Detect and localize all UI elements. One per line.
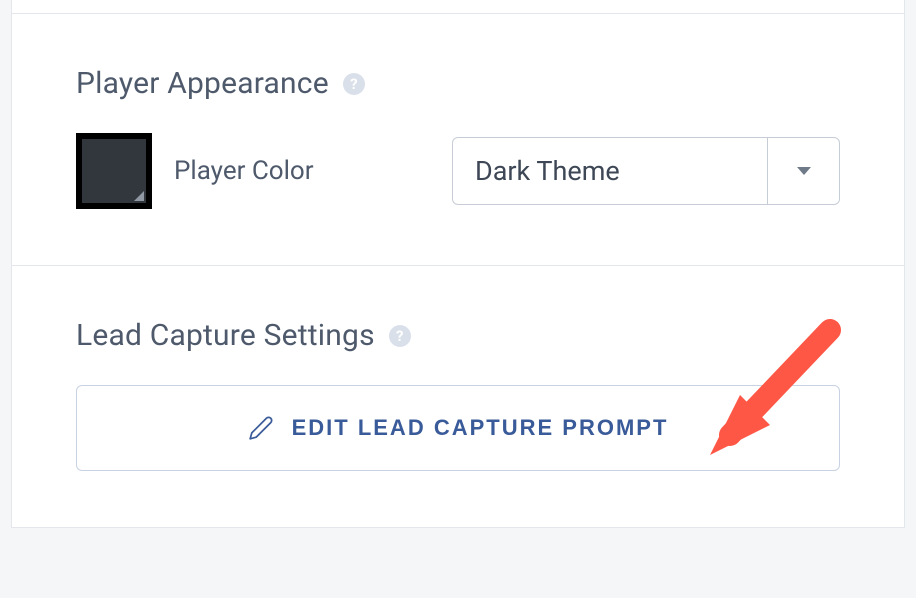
player-color-row: Player Color Dark Theme xyxy=(76,133,840,209)
help-icon[interactable]: ? xyxy=(389,325,411,347)
player-color-swatch[interactable] xyxy=(76,133,152,209)
player-appearance-title: Player Appearance xyxy=(76,66,329,101)
pencil-icon xyxy=(248,415,274,441)
theme-select-value: Dark Theme xyxy=(453,138,767,204)
player-appearance-section: Player Appearance ? Player Color Dark Th… xyxy=(11,14,905,266)
lead-capture-title: Lead Capture Settings xyxy=(76,318,375,353)
chevron-down-icon xyxy=(797,167,811,175)
theme-select-toggle[interactable] xyxy=(767,138,839,204)
edit-lead-capture-label: EDIT LEAD CAPTURE PROMPT xyxy=(292,415,669,441)
player-appearance-header: Player Appearance ? xyxy=(76,66,840,101)
player-color-label: Player Color xyxy=(174,156,314,186)
theme-select[interactable]: Dark Theme xyxy=(452,137,840,205)
lead-capture-section: Lead Capture Settings ? EDIT LEAD CAPTUR… xyxy=(11,266,905,528)
help-icon[interactable]: ? xyxy=(343,73,365,95)
edit-lead-capture-button[interactable]: EDIT LEAD CAPTURE PROMPT xyxy=(76,385,840,471)
lead-capture-header: Lead Capture Settings ? xyxy=(76,318,840,353)
